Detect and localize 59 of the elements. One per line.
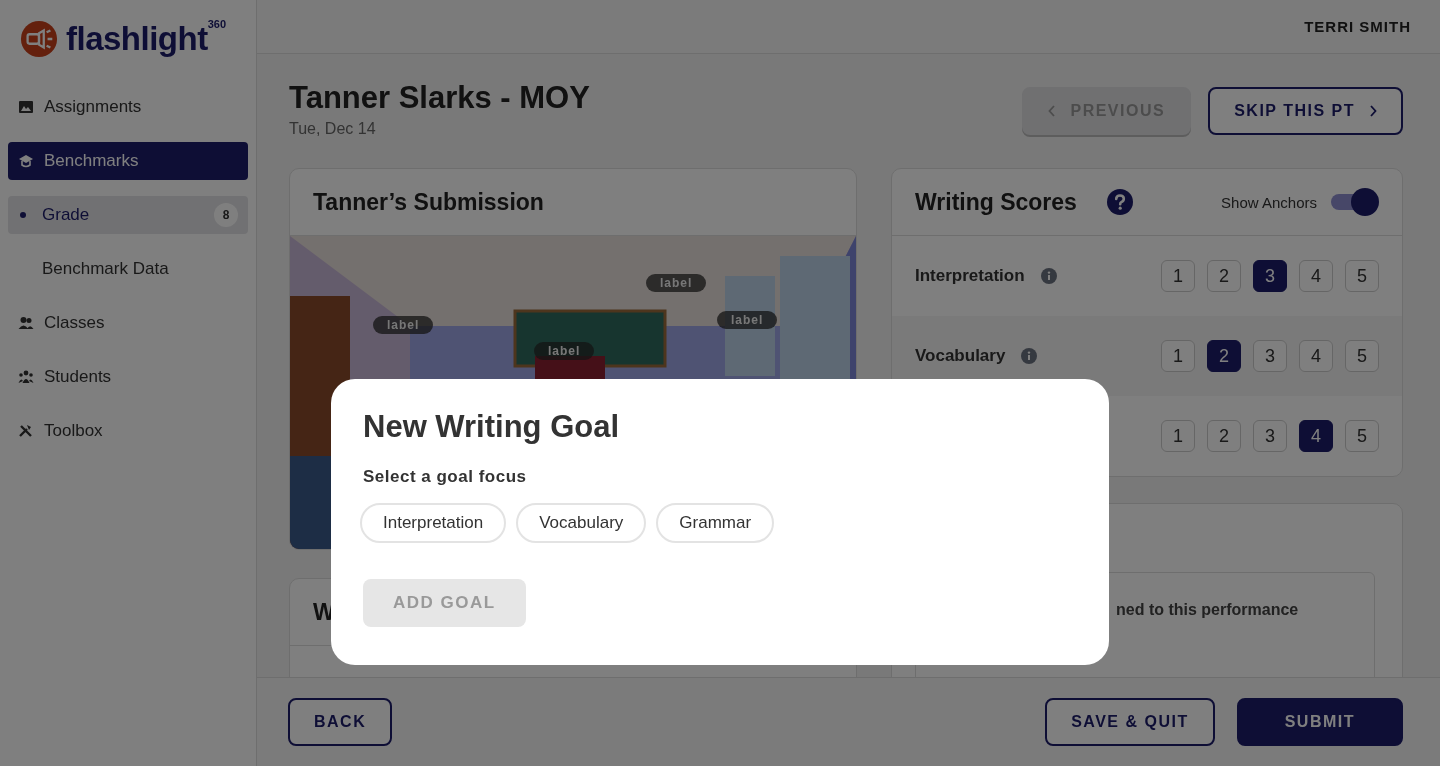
- score-option[interactable]: 2: [1207, 340, 1241, 372]
- sidebar-item[interactable]: Students: [8, 358, 248, 396]
- score-option[interactable]: 4: [1299, 260, 1333, 292]
- image-label-tag[interactable]: label: [534, 342, 595, 360]
- people-icon: [18, 315, 34, 331]
- score-option[interactable]: 5: [1345, 260, 1379, 292]
- image-label-tag[interactable]: label: [717, 311, 778, 329]
- goals-text: ned to this performance: [1116, 601, 1299, 618]
- dialog-prompt: Select a goal focus: [363, 467, 528, 487]
- graduation-cap-icon: [18, 153, 34, 169]
- flashlight-logo-icon: [20, 20, 58, 58]
- score-option[interactable]: 1: [1161, 420, 1195, 452]
- count-badge: 8: [214, 203, 238, 227]
- sidebar-subitem[interactable]: Grade 8: [8, 196, 248, 234]
- show-anchors-toggle[interactable]: [1331, 188, 1379, 216]
- chevron-right-icon: [1369, 105, 1377, 117]
- tools-icon: [18, 423, 34, 439]
- skip-button[interactable]: SKIP THIS PT: [1208, 87, 1403, 135]
- brand-superscript: 360: [207, 18, 227, 30]
- sidebar-item[interactable]: Classes: [8, 304, 248, 342]
- save-and-quit-button[interactable]: SAVE & QUIT: [1045, 698, 1215, 746]
- score-label: Interpretation: [915, 266, 1025, 286]
- score-option[interactable]: 4: [1299, 420, 1333, 452]
- score-option[interactable]: 2: [1207, 260, 1241, 292]
- card-title: Tanner’s Submission: [313, 188, 544, 216]
- help-icon[interactable]: [1106, 189, 1133, 215]
- score-option[interactable]: 1: [1161, 340, 1195, 372]
- image-icon: [18, 99, 34, 115]
- sidebar-item[interactable]: Benchmarks: [8, 142, 248, 180]
- chevron-left-icon: [1048, 105, 1057, 117]
- score-option[interactable]: 3: [1253, 260, 1287, 292]
- card-title: Writing Scores: [915, 188, 1077, 216]
- sidebar-item[interactable]: Toolbox: [8, 412, 248, 450]
- brand-name: flashlight: [66, 20, 208, 58]
- score-option[interactable]: 3: [1253, 420, 1287, 452]
- image-label-tag[interactable]: label: [646, 274, 707, 292]
- sidebar-subitem[interactable]: Benchmark Data: [8, 250, 248, 288]
- toggle-label: Show Anchors: [1221, 193, 1317, 211]
- sidebar-item[interactable]: Assignments: [8, 88, 248, 126]
- score-option[interactable]: 2: [1207, 420, 1241, 452]
- back-button[interactable]: BACK: [288, 698, 393, 746]
- user-name[interactable]: TERRI SMITH: [1304, 18, 1411, 35]
- score-option[interactable]: 1: [1161, 260, 1195, 292]
- goal-focus-chip[interactable]: Vocabulary: [516, 503, 647, 543]
- dialog-title: New Writing Goal: [363, 409, 621, 445]
- score-option[interactable]: 5: [1345, 420, 1379, 452]
- date-text: Tue, Dec 14: [289, 120, 377, 138]
- submit-button[interactable]: SUBMIT: [1236, 698, 1403, 746]
- score-option[interactable]: 4: [1299, 340, 1333, 372]
- score-option[interactable]: 5: [1345, 340, 1379, 372]
- image-label-tag[interactable]: label: [373, 316, 434, 334]
- goal-focus-chip[interactable]: Grammar: [656, 503, 775, 543]
- goal-focus-chip[interactable]: Interpretation: [360, 503, 507, 543]
- score-option[interactable]: 3: [1253, 340, 1287, 372]
- score-label: Vocabulary: [915, 346, 1006, 366]
- page-title: Tanner Slarks - MOY: [289, 80, 590, 116]
- info-icon[interactable]: [1021, 348, 1038, 364]
- group-icon: [18, 369, 34, 385]
- info-icon[interactable]: [1040, 268, 1057, 284]
